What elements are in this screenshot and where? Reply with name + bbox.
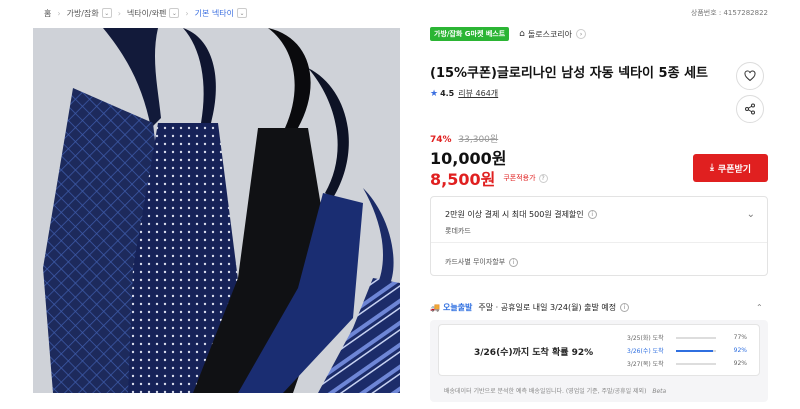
original-price: 33,300원 [458,135,499,145]
info-icon[interactable]: i [509,257,519,267]
forecast-row: 3/27(목) 도착 92% [627,357,747,370]
card-name: 롯데카드 [445,227,471,235]
discount-percent: 74% [430,135,452,145]
forecast-percent: 92% [733,347,747,354]
forecast-date: 3/26(수) 도착 [627,348,664,355]
crumb-label[interactable]: 넥타이/와펜 [127,8,167,19]
arrival-forecast: 3/26(수)까지 도착 확률 92% 3/25(화) 도착 77% 3/26(… [430,320,768,402]
separator-icon: › [185,8,189,18]
download-icon: ⤓ [709,163,714,173]
crumb-home[interactable]: 홈 › [44,8,61,19]
chevron-down-icon[interactable]: ⌄ [169,8,180,18]
probability-fill [676,363,713,365]
card-benefit-box[interactable]: 2만원 이상 결제 시 최대 500원 결제할인 i 롯데카드 ⌄ 카드사별 무… [430,196,768,276]
discount-row: 74% 33,300원 [430,132,498,145]
truck-icon: 🚚 [430,303,440,312]
store-link[interactable]: ⌂ 돌로스코리아 › [519,29,587,40]
rating: ★ 4.5 리뷰 464개 [430,88,498,99]
installment-text[interactable]: 카드사별 무이자할부 [445,257,505,267]
get-coupon-button[interactable]: ⤓ 쿠폰받기 [693,154,768,182]
get-coupon-label: 쿠폰받기 [717,164,752,175]
delivery-row: 🚚 오늘출발 주말 · 공휴일로 내일 3/24(월) 출발 예정 i ⌃ [430,302,763,313]
coupon-price-row: 8,500원 쿠폰적용가 ? [430,166,548,190]
product-info: 가방/잡화 G마켓 베스트 ⌂ 돌로스코리아 › (15%쿠폰)글로리나인 남성… [430,26,768,402]
probability-bar [676,362,717,365]
coupon-price: 8,500원 [430,170,496,189]
chevron-right-icon[interactable]: › [576,29,587,39]
chevron-down-icon[interactable]: ⌄ [236,8,247,18]
product-title: (15%쿠폰)글로리나인 남성 자동 넥타이 5종 세트 [430,66,708,81]
probability-bar [676,336,717,339]
coupon-price-label: 쿠폰적용가 [503,174,536,182]
badge-row: 가방/잡화 G마켓 베스트 ⌂ 돌로스코리아 › [430,26,768,42]
breadcrumb: 홈 › 가방/잡화 ⌄ › 넥타이/와펜 ⌄ › 기본 넥타이 ⌄ [44,6,253,20]
divider [431,242,767,243]
store-name[interactable]: 돌로스코리아 [528,29,572,40]
crumb-label[interactable]: 기본 넥타이 [195,8,234,19]
forecast-percent: 77% [733,334,747,341]
wishlist-button[interactable] [736,62,764,90]
forecast-date: 3/25(화) 도착 [627,335,664,342]
crumb-current[interactable]: 기본 넥타이 ⌄ [195,8,247,19]
probability-fill [676,337,707,339]
separator-icon: › [57,8,61,18]
forecast-row: 3/26(수) 도착 92% [627,344,747,357]
product-number: 상품번호 : 4157282822 [690,9,768,17]
forecast-date: 3/27(목) 도착 [627,361,664,368]
forecast-rows: 3/25(화) 도착 77% 3/26(수) 도착 92% 3/27(목) 도착… [627,331,747,370]
forecast-row: 3/25(화) 도착 77% [627,331,747,344]
crumb-label[interactable]: 홈 [44,8,51,19]
info-icon[interactable]: i [620,303,630,312]
probability-bar [676,349,717,352]
card-discount-text: 2만원 이상 결제 시 최대 500원 결제할인 [445,210,584,219]
delivery-text: 주말 · 공휴일로 내일 3/24(월) 출발 예정 [478,303,617,312]
probability-fill [676,349,713,352]
best-badge[interactable]: 가방/잡화 G마켓 베스트 [430,27,510,41]
separator-icon: › [117,8,121,18]
review-count-link[interactable]: 리뷰 464개 [458,88,498,99]
card-discount-line: 2만원 이상 결제 시 최대 500원 결제할인 i [445,209,597,220]
forecast-card: 3/26(수)까지 도착 확률 92% 3/25(화) 도착 77% 3/26(… [438,324,760,376]
crumb-subcategory[interactable]: 넥타이/와펜 ⌄ › [127,8,189,19]
chevron-down-icon[interactable]: ⌄ [101,8,112,18]
share-button[interactable] [736,95,764,123]
crumb-label[interactable]: 가방/잡화 [67,8,99,19]
forecast-headline: 3/26(수)까지 도착 확률 92% [474,348,594,358]
product-image[interactable] [33,28,400,393]
chevron-down-icon[interactable]: ⌄ [747,209,755,220]
chevron-up-icon[interactable]: ⌃ [756,303,763,312]
info-icon[interactable]: i [587,210,597,219]
forecast-note-text: 배송데이터 기반으로 분석한 예측 배송일입니다. (영업일 기준, 주말/공휴… [444,388,647,395]
installment-line: 카드사별 무이자할부 i [445,257,519,267]
home-icon: ⌂ [519,29,525,39]
today-ship-tag: 오늘출발 [442,303,473,312]
rating-score: 4.5 [440,89,455,98]
crumb-category[interactable]: 가방/잡화 ⌄ › [67,8,121,19]
forecast-percent: 92% [733,360,747,367]
neckties-illustration [33,28,400,393]
heart-icon [744,70,756,82]
share-icon [745,103,755,115]
forecast-note: 배송데이터 기반으로 분석한 예측 배송일입니다. (영업일 기준, 주말/공휴… [444,386,666,395]
help-icon[interactable]: ? [538,173,548,183]
star-icon: ★ [430,88,439,99]
beta-label: Beta [652,388,667,395]
